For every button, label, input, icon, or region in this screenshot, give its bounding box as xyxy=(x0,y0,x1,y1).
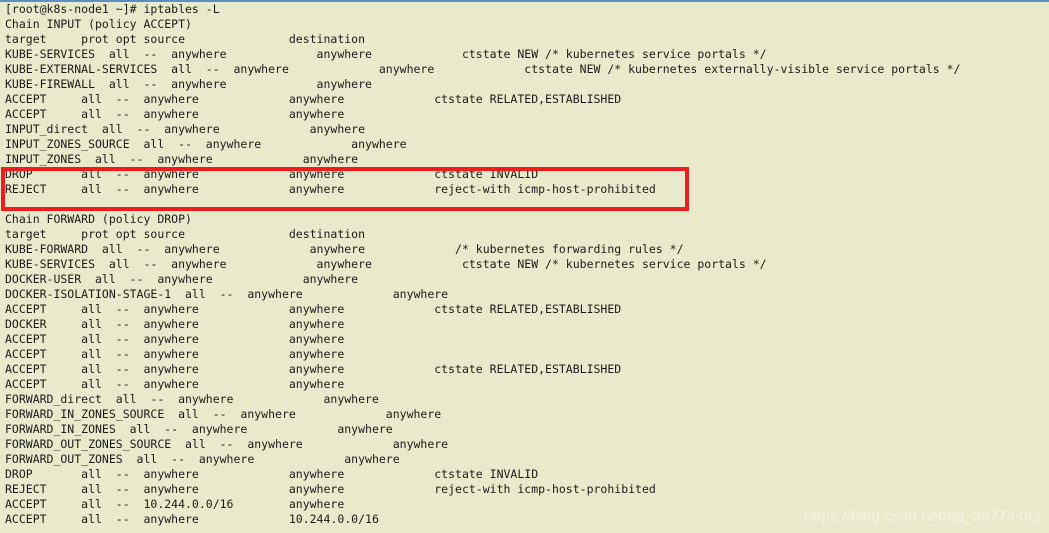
terminal-window: [root@k8s-node1 ~]# iptables -L Chain INP… xyxy=(0,0,1049,533)
terminal-line: ACCEPT all -- anywhere anywhere xyxy=(5,107,345,121)
terminal-line: KUBE-SERVICES all -- anywhere anywhere c… xyxy=(5,257,767,271)
terminal-line: target prot opt source destination xyxy=(5,32,366,46)
terminal-line: KUBE-SERVICES all -- anywhere anywhere c… xyxy=(5,47,767,61)
terminal-line: Chain INPUT (policy ACCEPT) xyxy=(5,17,192,31)
terminal-line: Chain FORWARD (policy DROP) xyxy=(5,212,192,226)
terminal-line: REJECT all -- anywhere anywhere reject-w… xyxy=(5,182,656,196)
terminal-line: REJECT all -- anywhere anywhere reject-w… xyxy=(5,482,656,496)
terminal-line: ACCEPT all -- anywhere anywhere ctstate … xyxy=(5,362,622,376)
terminal-line: DROP all -- anywhere anywhere ctstate IN… xyxy=(5,467,539,481)
terminal-line: DROP all -- anywhere anywhere ctstate IN… xyxy=(5,167,539,181)
terminal-line: ACCEPT all -- anywhere anywhere xyxy=(5,347,345,361)
terminal-line: ACCEPT all -- anywhere anywhere ctstate … xyxy=(5,92,622,106)
terminal-line: INPUT_ZONES all -- anywhere anywhere xyxy=(5,152,359,166)
terminal-line: INPUT_direct all -- anywhere anywhere xyxy=(5,122,366,136)
watermark-text: https://blog.csdn.net/qq_38774492 xyxy=(804,508,1041,525)
terminal-line: ACCEPT all -- anywhere anywhere xyxy=(5,332,345,346)
terminal-line: KUBE-FORWARD all -- anywhere anywhere /*… xyxy=(5,242,684,256)
terminal-line: DOCKER all -- anywhere anywhere xyxy=(5,317,345,331)
terminal-line: ACCEPT all -- anywhere anywhere ctstate … xyxy=(5,302,622,316)
terminal-line: FORWARD_OUT_ZONES_SOURCE all -- anywhere… xyxy=(5,437,449,451)
terminal-line: ACCEPT all -- anywhere anywhere xyxy=(5,377,345,391)
terminal-line: FORWARD_OUT_ZONES all -- anywhere anywhe… xyxy=(5,452,400,466)
terminal-line: FORWARD_direct all -- anywhere anywhere xyxy=(5,392,379,406)
terminal-output[interactable]: [root@k8s-node1 ~]# iptables -L Chain INP… xyxy=(0,2,1049,527)
terminal-line: FORWARD_IN_ZONES_SOURCE all -- anywhere … xyxy=(5,407,442,421)
terminal-line: FORWARD_IN_ZONES all -- anywhere anywher… xyxy=(5,422,393,436)
terminal-line: INPUT_ZONES_SOURCE all -- anywhere anywh… xyxy=(5,137,407,151)
terminal-line: KUBE-FIREWALL all -- anywhere anywhere xyxy=(5,77,372,91)
terminal-line: DOCKER-ISOLATION-STAGE-1 all -- anywhere… xyxy=(5,287,449,301)
terminal-line: target prot opt source destination xyxy=(5,227,366,241)
terminal-line: KUBE-EXTERNAL-SERVICES all -- anywhere a… xyxy=(5,62,961,76)
terminal-line: DOCKER-USER all -- anywhere anywhere xyxy=(5,272,359,286)
terminal-line: [root@k8s-node1 ~]# iptables -L xyxy=(5,2,220,16)
